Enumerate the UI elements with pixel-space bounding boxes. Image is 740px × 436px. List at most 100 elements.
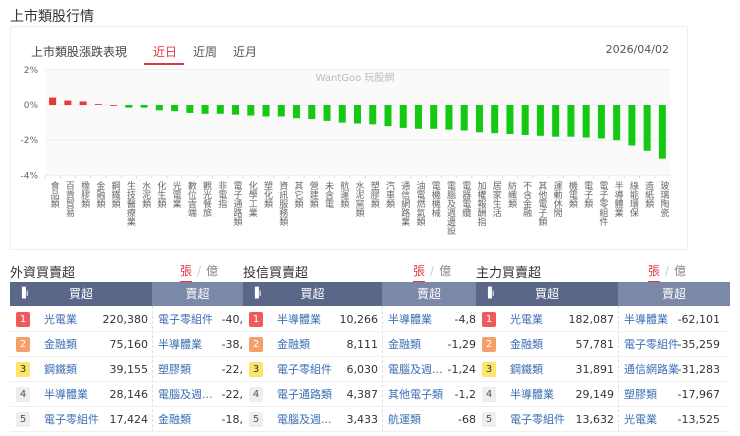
sector-link[interactable]: 金融類	[44, 332, 77, 356]
chart-title: 上市類股漲跌表現	[31, 45, 128, 59]
sector-link[interactable]: 電腦及週...	[388, 357, 443, 381]
tab-week[interactable]: 近周	[193, 43, 217, 60]
buy-value: 75,160	[109, 338, 149, 351]
sell-value: -1,29	[447, 338, 476, 351]
buy-row: 1 半導體業 10,266	[243, 307, 382, 332]
bar-chart-icon[interactable]: ▐ı	[251, 282, 261, 306]
buy-header: ▐ı 買超	[243, 282, 382, 306]
sell-value: -22,	[221, 388, 243, 401]
buy-row: 3 電子零組件 6,030	[243, 357, 382, 382]
sell-value: -4,8	[454, 313, 476, 326]
sector-link[interactable]: 半導體業	[388, 307, 432, 331]
sell-value: -38,	[221, 338, 243, 351]
sector-link[interactable]: 半導體業	[277, 307, 321, 331]
x-tick-label: 光電業	[170, 181, 181, 208]
sector-link[interactable]: 金融類	[510, 332, 543, 356]
unit-toggle: 張 / 億	[180, 262, 218, 283]
buy-header: ▐ı 買超	[10, 282, 152, 306]
chart-date: 2026/04/02	[605, 43, 669, 56]
section-title: 主力買賣超	[476, 266, 542, 281]
x-tick-label: 其他電子類	[536, 181, 547, 226]
rank-badge: 4	[482, 387, 496, 402]
buy-value: 220,380	[102, 313, 149, 326]
unit-shares[interactable]: 張	[648, 264, 661, 283]
sector-link[interactable]: 電子零組件	[624, 332, 679, 356]
bar-chart-icon[interactable]: ▐ı	[484, 282, 494, 306]
sell-value: -35,259	[677, 338, 720, 351]
sector-link[interactable]: 通信網路業	[624, 357, 679, 381]
buy-value: 182,087	[568, 313, 615, 326]
sector-link[interactable]: 航運類	[388, 407, 421, 431]
unit-toggle: 張 / 億	[413, 262, 451, 283]
sector-link[interactable]: 光電業	[44, 307, 77, 331]
x-tick-label: 未含電	[323, 181, 333, 208]
unit-shares[interactable]: 張	[413, 264, 426, 283]
buy-value: 4,387	[346, 388, 379, 401]
sector-link[interactable]: 半導體業	[624, 307, 668, 331]
x-tick-label: 電子通路類	[231, 181, 242, 226]
tab-month[interactable]: 近月	[233, 43, 257, 60]
sector-link[interactable]: 電腦及週...	[158, 382, 213, 406]
sell-row: 半導體業 -4,8	[382, 307, 476, 332]
x-tick-label: 塑膠類	[368, 181, 379, 208]
sector-link[interactable]: 塑膠類	[624, 382, 657, 406]
unit-amount[interactable]: 億	[206, 264, 218, 278]
rank-badge: 5	[249, 412, 263, 427]
sector-link[interactable]: 半導體業	[44, 382, 88, 406]
sector-link[interactable]: 半導體業	[158, 332, 202, 356]
buy-header-label: 買超	[534, 287, 559, 301]
buy-row: 3 鋼鐵類 31,891	[476, 357, 618, 382]
sector-link[interactable]: 光電業	[510, 307, 543, 331]
rank-badge: 4	[249, 387, 263, 402]
buy-value: 13,632	[575, 413, 615, 426]
sell-value: -18,	[221, 413, 243, 426]
sector-link[interactable]: 金融類	[158, 407, 191, 431]
sector-link[interactable]: 鋼鐵類	[44, 357, 77, 381]
x-tick-label: 橡膠類	[79, 181, 90, 208]
sector-link[interactable]: 電子零組件	[510, 407, 565, 431]
rank-badge: 3	[482, 362, 496, 377]
sector-link[interactable]: 塑膠類	[158, 357, 191, 381]
sell-row: 金融類 -18,	[152, 407, 243, 432]
sector-link[interactable]: 電子零組件	[158, 307, 213, 331]
sector-link[interactable]: 金融類	[388, 332, 421, 356]
x-tick-label: 食品類	[48, 181, 59, 208]
sell-row: 半導體業 -62,101	[618, 307, 730, 332]
sector-link[interactable]: 半導體業	[510, 382, 554, 406]
buy-header-label: 買超	[300, 287, 325, 301]
x-tick-label: 半導體業	[612, 181, 623, 217]
x-tick-label: 生技醫療業	[124, 181, 135, 226]
sector-link[interactable]: 鋼鐵類	[510, 357, 543, 381]
rank-badge: 4	[16, 387, 30, 402]
buy-value: 6,030	[346, 363, 379, 376]
sector-link[interactable]: 電子零組件	[277, 357, 332, 381]
bar-chart-icon[interactable]: ▐ı	[18, 282, 28, 306]
sector-link[interactable]: 其他電子類	[388, 382, 443, 406]
sell-value: -31,283	[677, 363, 720, 376]
buy-row: 1 光電業 182,087	[476, 307, 618, 332]
x-tick-label: 電子類	[582, 181, 593, 208]
sell-value: -17,967	[677, 388, 720, 401]
rank-badge: 2	[482, 337, 496, 352]
sector-link[interactable]: 電子零組件	[44, 407, 99, 431]
buy-header-label: 買超	[68, 287, 93, 301]
x-tick-label: 化生類	[155, 181, 166, 208]
sector-link[interactable]: 電子通路類	[277, 382, 332, 406]
buy-row: 5 電子零組件 17,424	[10, 407, 152, 432]
unit-amount[interactable]: 億	[674, 264, 686, 278]
tab-day[interactable]: 近日	[153, 43, 177, 60]
rank-badge: 5	[482, 412, 496, 427]
x-tick-label: 居家生活	[490, 181, 501, 217]
x-tick-label: 電機機械	[429, 181, 440, 217]
sell-value: -13,525	[677, 413, 720, 426]
sector-link[interactable]: 金融類	[277, 332, 310, 356]
unit-amount[interactable]: 億	[439, 264, 451, 278]
sector-link[interactable]: 光電業	[624, 407, 657, 431]
rank-badge: 3	[16, 362, 30, 377]
unit-shares[interactable]: 張	[180, 264, 193, 283]
x-tick-label: 油電燃氣類	[414, 181, 425, 226]
buy-row: 2 金融類 75,160	[10, 332, 152, 357]
sector-link[interactable]: 電腦及週...	[277, 407, 332, 431]
buy-row: 5 電子零組件 13,632	[476, 407, 618, 432]
sell-value: -62,101	[677, 313, 720, 326]
